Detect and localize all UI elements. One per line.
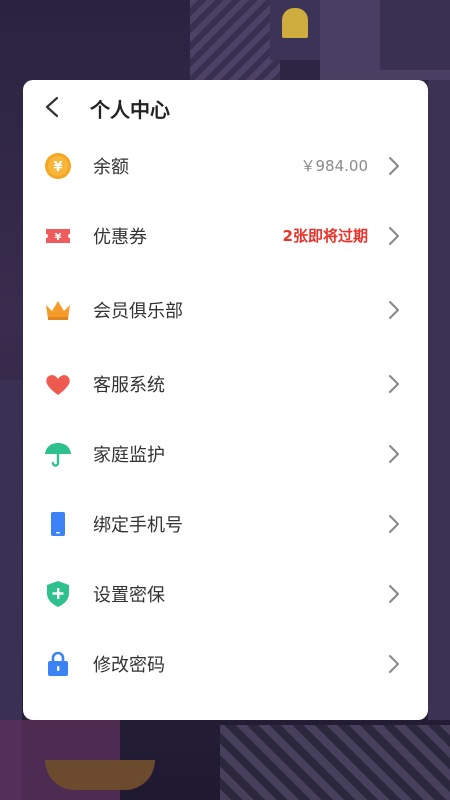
menu-item-customer-service[interactable]: 客服系统 — [23, 349, 428, 419]
page-title: 个人中心 — [90, 98, 170, 122]
menu-item-bind-phone[interactable]: 绑定手机号 — [23, 489, 428, 559]
menu-item-member-club[interactable]: 会员俱乐部 — [23, 275, 428, 345]
lock-icon — [48, 651, 68, 676]
coupon-expiry-notice: 2张即将过期 — [282, 227, 368, 245]
balance-value: ￥984.00 — [300, 157, 369, 175]
coupon-icon: ¥ — [46, 229, 70, 243]
coin-icon: ¥ — [45, 153, 71, 179]
chevron-right-icon — [389, 157, 399, 175]
svg-text:¥: ¥ — [55, 232, 62, 243]
back-arrow-icon[interactable] — [43, 96, 63, 118]
background-bridge — [220, 725, 450, 800]
chevron-right-icon — [389, 375, 399, 393]
menu-item-coupon[interactable]: ¥ 优惠券 2张即将过期 — [23, 201, 428, 271]
phone-icon — [51, 512, 65, 536]
svg-text:¥: ¥ — [53, 160, 62, 175]
chevron-right-icon — [389, 585, 399, 603]
menu-item-label: 余额 — [93, 157, 129, 178]
chevron-right-icon — [389, 227, 399, 245]
menu-item-family-guardian[interactable]: 家庭监护 — [23, 419, 428, 489]
menu-item-security-question[interactable]: 设置密保 — [23, 559, 428, 629]
background-stairs — [190, 0, 280, 80]
menu-item-label: 修改密码 — [93, 655, 165, 676]
menu-item-label: 优惠券 — [93, 227, 147, 248]
chevron-right-icon — [389, 301, 399, 319]
chevron-right-icon — [389, 655, 399, 673]
heart-icon — [46, 375, 70, 395]
background-wall-shadow — [380, 0, 450, 70]
background-boat — [45, 760, 155, 790]
background-tower-window — [282, 8, 308, 38]
menu-item-label: 会员俱乐部 — [93, 301, 183, 322]
menu-item-label: 家庭监护 — [93, 445, 165, 466]
background-right-wall — [428, 80, 450, 720]
panel-header: 个人中心 — [23, 80, 428, 136]
personal-center-panel: 个人中心 ¥ 余额 ￥984.00 ¥ 优惠券 2张即将过期 会员俱乐部 客服系… — [23, 80, 428, 720]
menu-item-label: 客服系统 — [93, 375, 165, 396]
menu-item-balance[interactable]: ¥ 余额 ￥984.00 — [23, 131, 428, 201]
chevron-right-icon — [389, 445, 399, 463]
umbrella-icon — [45, 443, 71, 467]
menu-item-label: 绑定手机号 — [93, 515, 183, 536]
menu-item-change-password[interactable]: 修改密码 — [23, 629, 428, 699]
shield-icon — [47, 581, 69, 607]
menu-item-label: 设置密保 — [93, 585, 165, 606]
chevron-right-icon — [389, 515, 399, 533]
crown-icon — [46, 301, 70, 320]
